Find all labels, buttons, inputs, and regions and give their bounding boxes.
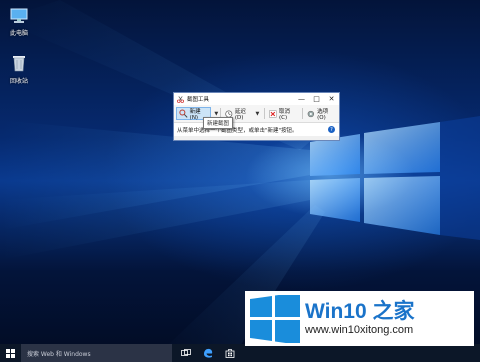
taskbar: 搜索 Web 和 Windows (0, 344, 480, 362)
task-view-button[interactable] (176, 344, 196, 362)
new-snip-dropdown-icon[interactable]: ▼ (214, 111, 218, 117)
win10-watermark: Win10 之家 www.win10xitong.com (245, 291, 474, 346)
status-message: 从菜单中选择一个截图类型，或单击"新建"按钮。 (177, 127, 298, 134)
snipping-tool-window[interactable]: 截图工具 — □ ✕ 新建(N) ▼ 延迟(D) ▼ 取消(C) 选项(O) 从… (173, 92, 340, 141)
edge-icon (204, 348, 213, 358)
options-label: 选项(O) (317, 108, 329, 121)
recycle-bin-icon (13, 56, 25, 72)
task-view-icon (181, 349, 191, 356)
edge-button[interactable] (198, 344, 218, 362)
delay-label: 延迟(D) (234, 108, 246, 121)
minimize-button[interactable]: — (294, 93, 309, 105)
status-message-bar: 从菜单中选择一个截图类型，或单击"新建"按钮。 ? (174, 123, 339, 136)
snipping-toolbar: 新建(N) ▼ 延迟(D) ▼ 取消(C) 选项(O) (174, 105, 339, 123)
options-button[interactable]: 选项(O) (305, 107, 338, 121)
cancel-label: 取消(C) (279, 108, 291, 121)
start-button[interactable] (0, 344, 20, 362)
windows-start-icon (5, 348, 15, 358)
taskbar-search-box[interactable]: 搜索 Web 和 Windows (21, 344, 172, 362)
window-title: 截图工具 (187, 97, 210, 103)
cancel-button[interactable]: 取消(C) (267, 107, 299, 121)
new-snip-tooltip: 新建截图 (203, 117, 234, 129)
desktop-icon-recycle-bin[interactable]: 回收站 (2, 54, 36, 85)
delay-dropdown-icon: ▼ (255, 110, 260, 117)
scissors-icon (177, 95, 184, 103)
cancel-icon (269, 109, 277, 118)
close-button[interactable]: ✕ (324, 93, 339, 105)
watermark-title: Win10 之家 (305, 300, 415, 323)
search-placeholder: 搜索 Web 和 Windows (27, 350, 91, 358)
window-titlebar[interactable]: 截图工具 — □ ✕ (174, 93, 339, 105)
this-pc-icon (10, 8, 28, 23)
desktop-icon-this-pc[interactable]: 此电脑 (2, 8, 36, 37)
desktop-icon-label: 回收站 (9, 78, 28, 85)
windows-logo-icon (250, 295, 300, 343)
maximize-button[interactable]: □ (309, 93, 324, 105)
toolbar-separator (264, 108, 266, 119)
gear-icon (308, 110, 315, 117)
store-icon (225, 349, 235, 358)
watermark-url: www.win10xitong.com (305, 324, 414, 336)
new-snip-icon (179, 109, 188, 118)
store-button[interactable] (220, 344, 240, 362)
toolbar-separator (302, 108, 304, 119)
desktop-icon-label: 此电脑 (9, 30, 28, 37)
help-icon[interactable]: ? (328, 126, 335, 133)
